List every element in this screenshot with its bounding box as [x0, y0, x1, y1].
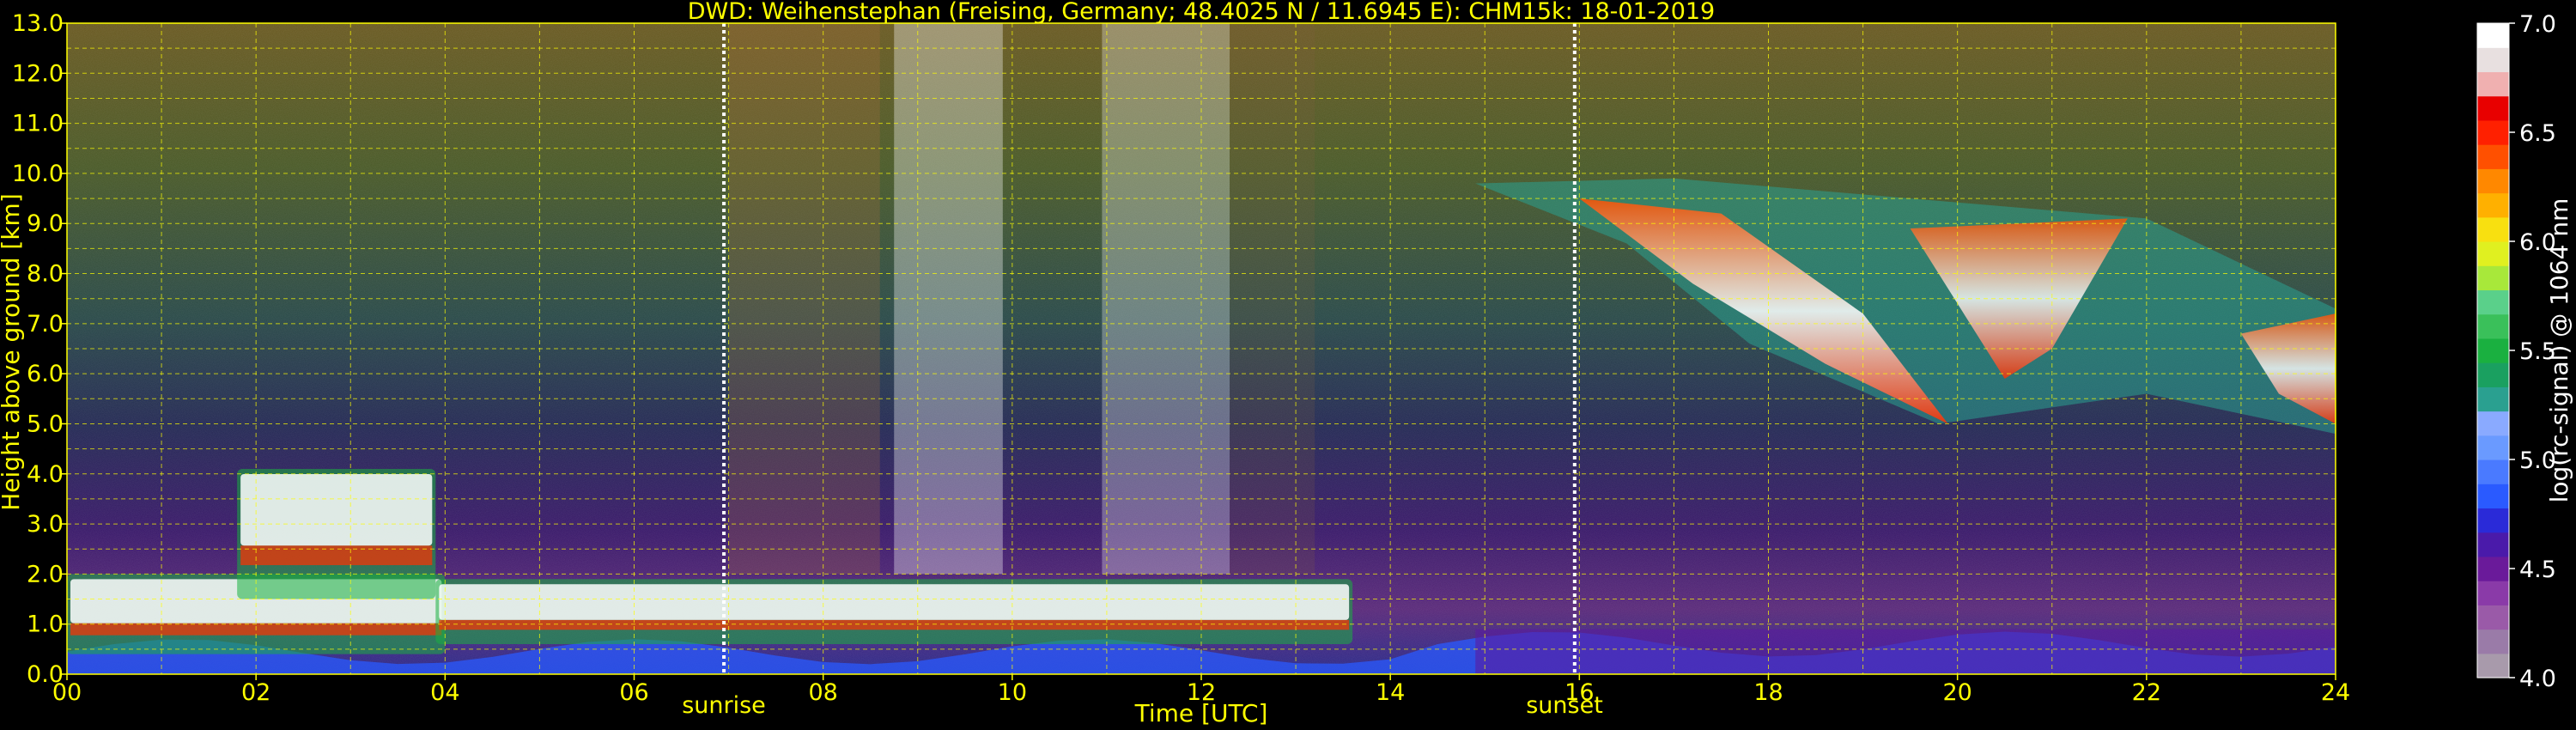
x-tick-label: 02	[241, 679, 270, 706]
colorbar-swatch	[2477, 532, 2509, 557]
colorbar-swatch	[2477, 484, 2509, 509]
cloud-core	[439, 584, 1350, 620]
y-tick-label: 8.0	[27, 261, 64, 288]
colorbar-swatch	[2477, 192, 2509, 218]
cloud-edge	[240, 545, 433, 566]
y-tick-label: 12.0	[12, 60, 64, 87]
residual-layer	[1475, 629, 2336, 674]
x-tick-label: 06	[619, 679, 648, 706]
y-tick-label: 13.0	[12, 10, 64, 37]
colorbar-swatch	[2477, 629, 2509, 654]
chart-title: DWD: Weihenstephan (Freising, Germany; 4…	[688, 0, 1716, 25]
x-tick-label: 18	[1753, 679, 1783, 706]
y-axis-label: Height above ground [km]	[0, 193, 25, 511]
x-tick-label: 14	[1376, 679, 1405, 706]
colorbar-swatch	[2477, 71, 2509, 97]
colorbar-swatch	[2477, 144, 2509, 169]
y-tick-label: 1.0	[27, 611, 64, 638]
y-tick-label: 2.0	[27, 561, 64, 587]
y-tick-label: 10.0	[12, 161, 64, 187]
ceilometer-chart: 00 02 04 06 08 10 12 14 16 18 20 22 24 0.01.02.03.04…	[0, 0, 2573, 727]
x-tick-label: 10	[998, 679, 1027, 706]
cloud-core	[240, 473, 433, 546]
colorbar-swatch	[2477, 386, 2509, 412]
colorbar-swatch	[2477, 313, 2509, 339]
colorbar-swatch	[2477, 435, 2509, 460]
colorbar-swatch	[2477, 241, 2509, 266]
y-tick-label: 7.0	[27, 311, 64, 338]
colorbar-swatch	[2477, 605, 2509, 630]
colorbar-swatch	[2477, 459, 2509, 484]
colorbar-swatch	[2477, 508, 2509, 533]
colorbar-swatch	[2477, 289, 2509, 315]
y-tick-label: 9.0	[27, 210, 64, 237]
x-tick-label: 08	[808, 679, 837, 706]
colorbar-swatch	[2477, 47, 2509, 73]
x-tick-label: 04	[430, 679, 459, 706]
colorbar-tick-label: 6.5	[2519, 120, 2556, 147]
colorbar-swatch	[2477, 581, 2509, 605]
colorbar-tick-label: 4.0	[2519, 666, 2556, 692]
colorbar-swatch	[2477, 653, 2509, 678]
colorbar-swatch	[2477, 338, 2509, 363]
colorbar-swatch	[2477, 362, 2509, 387]
sunrise-label: sunrise	[682, 692, 766, 719]
colorbar-swatch	[2477, 265, 2509, 291]
colorbar-tick-label: 4.5	[2519, 557, 2556, 583]
colorbar-swatch	[2477, 23, 2509, 48]
colorbar-swatch	[2477, 119, 2509, 145]
cloud-edge	[439, 619, 1350, 630]
colorbar-swatch	[2477, 411, 2509, 436]
y-tick-label: 6.0	[27, 361, 64, 387]
y-tick-label: 5.0	[27, 411, 64, 437]
colorbar	[2477, 23, 2509, 678]
y-tick-label: 0.0	[27, 661, 64, 688]
x-tick-label: 20	[1942, 679, 1971, 706]
y-tick-label: 4.0	[27, 461, 64, 488]
colorbar-tick-label: 7.0	[2519, 11, 2556, 38]
colorbar-swatch	[2477, 168, 2509, 194]
x-tick-label: 22	[2132, 679, 2161, 706]
x-tick-label: 24	[2321, 679, 2350, 706]
y-tick-label: 11.0	[12, 111, 64, 137]
colorbar-swatch	[2477, 216, 2509, 242]
sunset-label: sunset	[1526, 692, 1603, 719]
colorbar-swatch	[2477, 95, 2509, 121]
y-tick-label: 3.0	[27, 511, 64, 538]
colorbar-label: log(rc-signal) @ 1064 nm	[2545, 198, 2573, 503]
x-axis-label: Time [UTC]	[1134, 699, 1268, 727]
colorbar-swatch	[2477, 556, 2509, 581]
